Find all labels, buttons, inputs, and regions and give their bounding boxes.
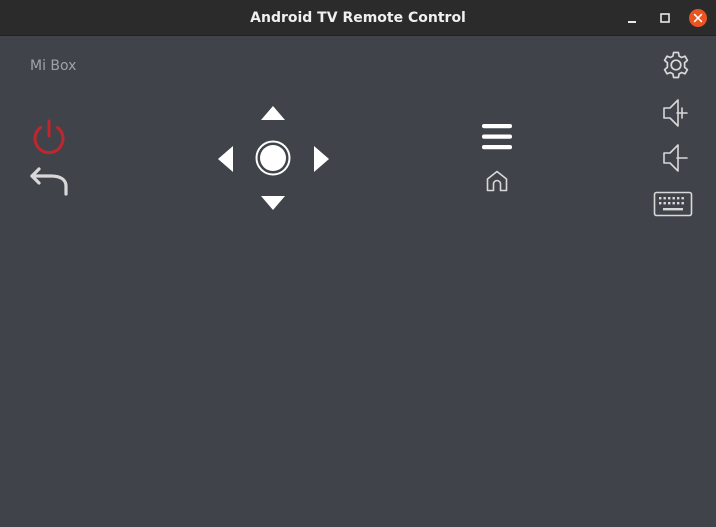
maximize-button[interactable] (655, 8, 675, 28)
back-arrow-icon (30, 167, 68, 196)
keyboard-button[interactable] (653, 191, 693, 217)
minimize-button[interactable] (622, 8, 642, 28)
home-button[interactable] (484, 168, 510, 194)
dpad-up-icon (261, 106, 285, 120)
app-window: Android TV Remote Control Mi Box (0, 0, 716, 527)
dpad-right-icon (314, 146, 329, 172)
maximize-icon (660, 13, 670, 23)
gear-icon (663, 51, 689, 79)
power-icon (33, 119, 65, 155)
dpad-ok-icon (255, 140, 291, 176)
dpad-ok-button[interactable] (254, 139, 292, 177)
title-bar[interactable]: Android TV Remote Control (0, 0, 716, 36)
dpad-left-icon (218, 146, 233, 172)
volume-down-button[interactable] (660, 142, 690, 174)
device-name: Mi Box (30, 58, 77, 74)
volume-up-button[interactable] (660, 97, 690, 129)
dpad-right-button[interactable] (311, 143, 333, 175)
dpad-up-button[interactable] (258, 104, 288, 124)
volume-up-icon (663, 99, 688, 127)
dpad-left-button[interactable] (214, 143, 236, 175)
settings-button[interactable] (660, 49, 692, 81)
dpad-down-icon (261, 196, 285, 210)
menu-button[interactable] (480, 122, 514, 152)
keyboard-icon (653, 191, 693, 217)
home-icon (486, 170, 508, 192)
hamburger-menu-icon (482, 124, 512, 150)
close-button[interactable] (688, 8, 708, 28)
power-button[interactable] (28, 116, 70, 158)
volume-down-icon (663, 144, 688, 172)
back-button[interactable] (27, 165, 71, 197)
close-icon (689, 9, 707, 27)
minimize-icon (628, 21, 636, 23)
window-title: Android TV Remote Control (250, 10, 466, 26)
dpad-down-button[interactable] (258, 193, 288, 213)
